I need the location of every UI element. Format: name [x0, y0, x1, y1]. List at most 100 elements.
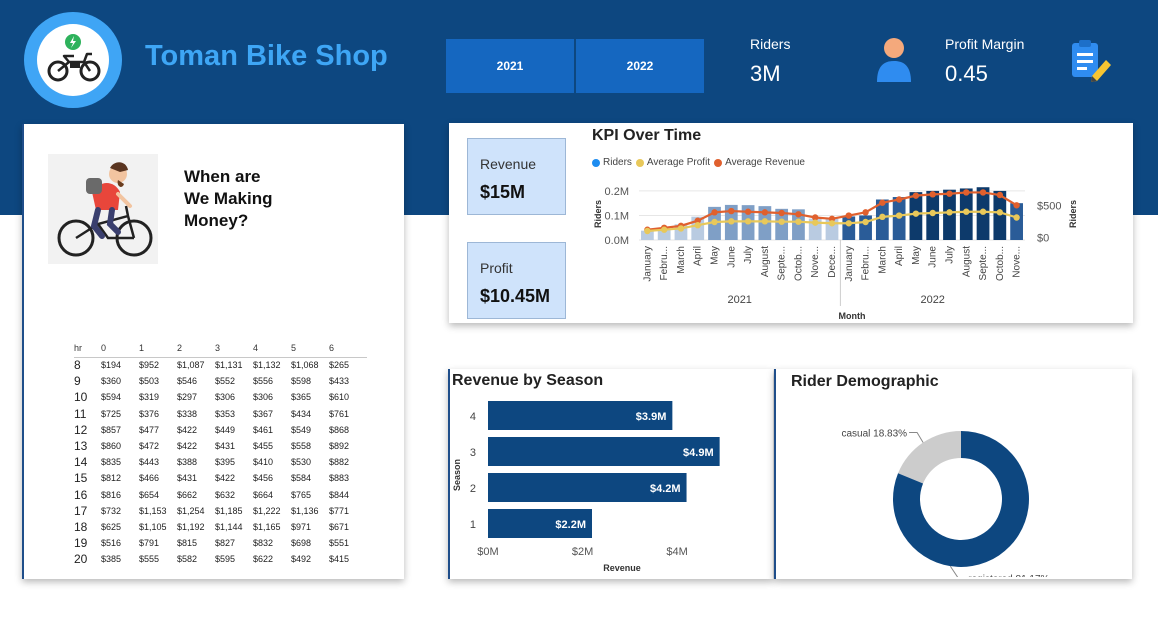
- average-revenue-point[interactable]: [946, 190, 953, 197]
- column-header-weekday[interactable]: 6: [329, 341, 367, 358]
- hour-cell: 8: [74, 358, 81, 373]
- average-revenue-point[interactable]: [929, 191, 936, 198]
- profit-cell: $477: [139, 424, 160, 435]
- column-header-weekday[interactable]: 3: [215, 341, 253, 358]
- profit-cell: $671: [329, 521, 350, 532]
- average-profit-point[interactable]: [828, 220, 836, 227]
- average-revenue-point[interactable]: [744, 208, 752, 215]
- average-profit-point[interactable]: [946, 209, 953, 216]
- column-header-weekday[interactable]: 2: [177, 341, 215, 358]
- average-profit-point[interactable]: [879, 213, 886, 221]
- average-revenue-point[interactable]: [895, 196, 903, 203]
- average-revenue-point[interactable]: [845, 212, 852, 219]
- average-revenue-point[interactable]: [912, 192, 920, 199]
- table-row: 14 $835 $443 $388 $395 $410 $530 $882: [74, 454, 367, 470]
- hour-cell: 20: [74, 552, 88, 567]
- average-profit-point[interactable]: [677, 225, 685, 232]
- month-tick-label: March: [676, 246, 687, 274]
- month-tick-label: April: [693, 246, 704, 266]
- average-revenue-point[interactable]: [711, 209, 718, 216]
- profit-cell: $376: [139, 408, 160, 419]
- table-header-row: hr 0 1 2 3 4 5 6: [74, 341, 367, 358]
- average-profit-point[interactable]: [845, 220, 852, 227]
- y2-tick-label: $0: [1037, 232, 1049, 244]
- profit-cell: $1,068: [291, 360, 319, 371]
- table-row: 9 $360 $503 $546 $552 $556 $598 $433: [74, 373, 367, 389]
- year-filter-2021[interactable]: 2021: [446, 39, 574, 93]
- profit-cell: $385: [101, 554, 122, 565]
- profit-cell: $857: [101, 424, 122, 435]
- average-revenue-point[interactable]: [728, 207, 735, 215]
- profit-cell: $1,222: [253, 505, 281, 516]
- profit-cell: $815: [177, 538, 198, 549]
- average-profit-point[interactable]: [929, 209, 936, 217]
- average-profit-point[interactable]: [979, 208, 987, 215]
- average-profit-point[interactable]: [895, 212, 903, 219]
- season-chart-title: Revenue by Season: [452, 372, 604, 389]
- revenue-card-label: Revenue: [480, 156, 537, 172]
- average-revenue-point[interactable]: [979, 189, 987, 196]
- column-header-weekday[interactable]: 0: [101, 341, 139, 358]
- riders-bar[interactable]: [1010, 203, 1023, 240]
- average-profit-point[interactable]: [862, 218, 869, 226]
- column-header-hr[interactable]: hr: [74, 341, 101, 358]
- table-row: 11 $725 $376 $338 $353 $367 $434 $761: [74, 406, 367, 422]
- average-profit-point[interactable]: [778, 218, 785, 225]
- average-profit-point[interactable]: [1013, 214, 1020, 221]
- profit-cell: $552: [215, 376, 236, 387]
- month-tick-label: July: [944, 246, 955, 264]
- hour-cell: 19: [74, 536, 88, 551]
- legend-item-riders[interactable]: Riders: [592, 157, 632, 168]
- average-profit-point[interactable]: [694, 222, 701, 229]
- profit-cell: $422: [177, 424, 198, 435]
- demographic-chart-title: Rider Demographic: [791, 373, 939, 390]
- average-revenue-point[interactable]: [1013, 202, 1020, 209]
- average-profit-point[interactable]: [728, 218, 735, 225]
- y2-axis-label: Riders: [1068, 200, 1078, 228]
- average-profit-point[interactable]: [996, 209, 1004, 216]
- table-row: 15 $812 $466 $431 $422 $456 $584 $883: [74, 470, 367, 486]
- average-profit-point[interactable]: [963, 208, 970, 215]
- profit-cell: $632: [215, 489, 236, 500]
- legend-item-average-profit[interactable]: Average Profit: [635, 157, 710, 168]
- month-tick-label: July: [743, 246, 754, 264]
- average-revenue-point[interactable]: [963, 189, 970, 196]
- table-row: 19 $516 $791 $815 $827 $832 $698 $551: [74, 535, 367, 551]
- profit-cell: $771: [329, 505, 350, 516]
- donut-slice-casual[interactable]: [898, 431, 961, 484]
- profit-cell: $584: [291, 473, 312, 484]
- average-revenue-point[interactable]: [778, 209, 785, 217]
- column-header-weekday[interactable]: 4: [253, 341, 291, 358]
- profit-cell: $698: [291, 538, 312, 549]
- profit-cell: $306: [215, 392, 236, 403]
- column-header-weekday[interactable]: 1: [139, 341, 177, 358]
- average-revenue-point[interactable]: [761, 209, 769, 216]
- average-revenue-point[interactable]: [795, 211, 802, 218]
- average-profit-point[interactable]: [912, 210, 920, 217]
- average-profit-point[interactable]: [660, 226, 668, 233]
- month-tick-label: June: [928, 246, 939, 268]
- table-body: 8 $194 $952 $1,087 $1,131 $1,132 $1,068 $265 9 $3…: [74, 357, 367, 567]
- average-profit-point[interactable]: [644, 227, 651, 235]
- profit-cell: $892: [329, 441, 350, 452]
- year-filter-2022[interactable]: 2022: [576, 39, 704, 93]
- logo-badge: [24, 12, 122, 108]
- riders-kpi-value: 3M: [750, 61, 781, 86]
- average-profit-point[interactable]: [744, 218, 752, 225]
- rider-demographic-panel: Rider Demographic casual 18.83% registere…: [774, 369, 1132, 579]
- average-revenue-point[interactable]: [996, 191, 1004, 199]
- profit-cell: $835: [101, 457, 122, 468]
- average-profit-point[interactable]: [795, 218, 802, 225]
- profit-cell: $827: [215, 538, 236, 549]
- average-revenue-point[interactable]: [862, 209, 869, 216]
- legend-item-average-revenue[interactable]: Average Revenue: [714, 157, 805, 168]
- average-profit-point[interactable]: [812, 219, 819, 226]
- hour-cell: 12: [74, 422, 88, 437]
- y-axis-label: Riders: [593, 200, 603, 228]
- average-profit-point[interactable]: [761, 218, 769, 225]
- riders-bar[interactable]: [842, 216, 856, 240]
- average-profit-point[interactable]: [711, 218, 718, 226]
- column-header-weekday[interactable]: 5: [291, 341, 329, 358]
- hour-cell: 13: [74, 439, 88, 454]
- average-revenue-point[interactable]: [879, 199, 886, 206]
